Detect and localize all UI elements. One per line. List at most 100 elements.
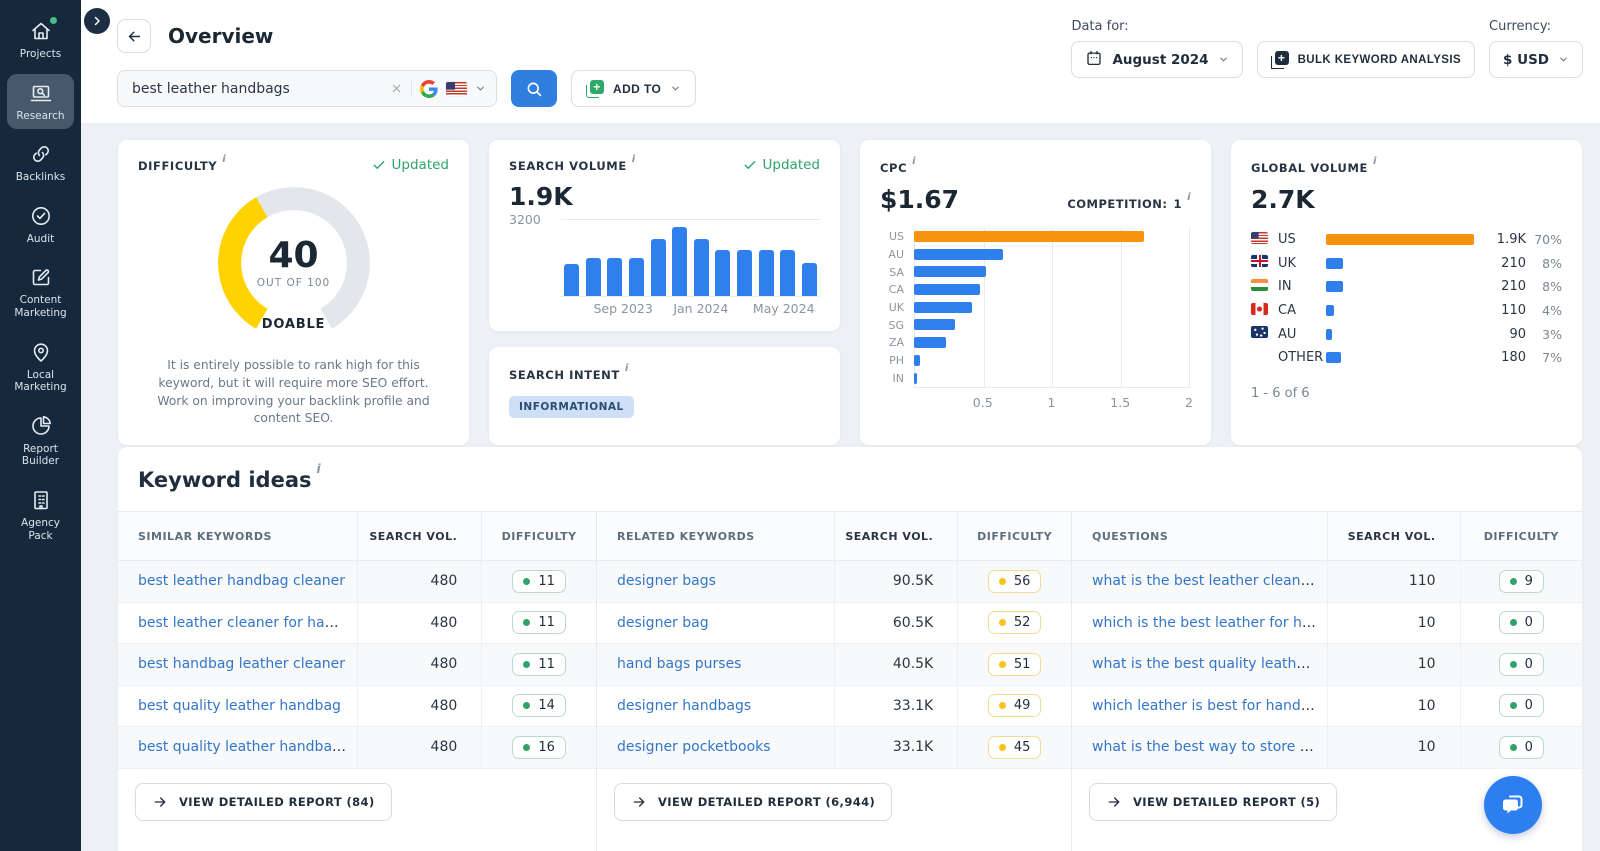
table-row: best quality leather handbag 480 14: [118, 686, 596, 728]
country-row: CA 110 4%: [1251, 299, 1562, 323]
info-icon[interactable]: i: [625, 363, 629, 374]
keyword-link[interactable]: best handbag leather cleaner: [138, 656, 345, 672]
sidebar-item-agency-pack[interactable]: Agency Pack: [7, 481, 74, 549]
column-header[interactable]: RELATED KEYWORDS: [597, 530, 834, 543]
search-volume-card: SEARCH VOLUMEi Updated 1.9K 3200 Sep 202…: [488, 139, 841, 332]
sidebar-expand-toggle[interactable]: [84, 8, 110, 34]
difficulty-score: 40: [268, 238, 318, 274]
keyword-link[interactable]: what is the best leather cleaner …: [1092, 573, 1327, 589]
keyword-link[interactable]: best leather handbag cleaner: [138, 573, 345, 589]
sidebar-item-projects[interactable]: Projects: [7, 12, 74, 68]
sidebar-item-content-marketing[interactable]: Content Marketing: [7, 258, 74, 326]
keyword-link[interactable]: best quality leather handbag: [138, 698, 341, 714]
info-icon[interactable]: i: [317, 462, 321, 476]
search-button[interactable]: [511, 70, 557, 107]
keyword-link[interactable]: best quality leather handbags: [138, 739, 348, 755]
back-button[interactable]: [117, 19, 151, 53]
info-icon[interactable]: i: [632, 154, 636, 165]
us-flag-icon: [446, 82, 467, 96]
search-volume-cell: 480: [357, 644, 481, 685]
table-row: designer bag 60.5K 52: [597, 603, 1071, 645]
sidebar-item-backlinks[interactable]: Backlinks: [7, 135, 74, 191]
table-row: best leather handbag cleaner 480 11: [118, 561, 596, 603]
difficulty-badge: 0: [1499, 611, 1544, 634]
info-icon[interactable]: i: [1373, 156, 1377, 167]
table-row: best quality leather handbags 480 16: [118, 727, 596, 769]
divider: [411, 81, 412, 97]
keyword-link[interactable]: designer bag: [617, 615, 709, 631]
keyword-link[interactable]: what is the best quality leather f…: [1092, 656, 1327, 672]
link-icon: [29, 142, 53, 166]
info-icon[interactable]: i: [222, 154, 226, 165]
column-header[interactable]: DIFFICULTY: [1460, 512, 1582, 560]
column-header[interactable]: SIMILAR KEYWORDS: [118, 530, 357, 543]
view-questions-report-button[interactable]: VIEW DETAILED REPORT (5): [1089, 783, 1337, 821]
keyword-link[interactable]: best leather cleaner for handbags: [138, 615, 357, 631]
keyword-link[interactable]: what is the best way to store lea…: [1092, 739, 1327, 755]
table-row: hand bags purses 40.5K 51: [597, 644, 1071, 686]
column-header[interactable]: DIFFICULTY: [957, 512, 1071, 560]
main-area: Overview: [81, 0, 1600, 851]
cpc-country-row: ZA: [880, 334, 1191, 352]
view-similar-report-button[interactable]: VIEW DETAILED REPORT (84): [135, 783, 392, 821]
keyword-link[interactable]: hand bags purses: [617, 656, 741, 672]
keyword-link[interactable]: which is the best leather for han…: [1092, 615, 1327, 631]
sidebar-item-report-builder[interactable]: Report Builder: [7, 407, 74, 475]
chat-bubble-icon: [1499, 791, 1527, 819]
volume-bar: [1326, 281, 1343, 292]
country-row: IN 210 8%: [1251, 275, 1562, 299]
column-header[interactable]: SEARCH VOL.: [357, 512, 481, 560]
country-row: UK 210 8%: [1251, 252, 1562, 276]
search-volume-cell: 10: [1327, 686, 1460, 727]
search-intent-card: SEARCH INTENTi INFORMATIONAL: [488, 346, 841, 446]
chat-widget-button[interactable]: [1484, 776, 1542, 834]
country-volume: 110: [1484, 303, 1526, 318]
cpc-bar: [914, 373, 917, 384]
sidebar-item-research[interactable]: Research: [7, 74, 74, 130]
keyword-search-input[interactable]: [132, 81, 382, 97]
keyword-link[interactable]: designer handbags: [617, 698, 751, 714]
search-volume-cell: 480: [357, 603, 481, 644]
cpc-country-row: IN: [880, 370, 1191, 388]
difficulty-badge: 9: [1499, 570, 1544, 593]
keyword-link[interactable]: designer bags: [617, 573, 716, 589]
keyword-ideas-title: Keyword ideasi: [118, 468, 1582, 492]
data-for-label: Data for:: [1071, 19, 1242, 34]
table-header-row: QUESTIONS SEARCH VOL. DIFFICULTY: [1072, 511, 1582, 561]
keyword-link[interactable]: which leather is best for handba…: [1092, 698, 1327, 714]
add-to-button[interactable]: + ADD TO: [571, 70, 696, 107]
info-icon[interactable]: i: [912, 156, 916, 167]
column-header[interactable]: SEARCH VOL.: [1327, 512, 1460, 560]
bulk-keyword-analysis-button[interactable]: + BULK KEYWORD ANALYSIS: [1257, 41, 1475, 78]
table-row: what is the best quality leather f… 10 0: [1072, 644, 1582, 686]
cpc-country-row: SA: [880, 263, 1191, 281]
pagination-label: 1 - 6 of 6: [1251, 386, 1562, 401]
info-icon[interactable]: i: [1187, 192, 1191, 203]
cpc-bar: [914, 231, 1144, 242]
view-related-report-button[interactable]: VIEW DETAILED REPORT (6,944): [614, 783, 892, 821]
period-dropdown[interactable]: August 2024: [1071, 41, 1242, 78]
difficulty-badge: 52: [988, 611, 1042, 634]
search-volume-cell: 90.5K: [834, 561, 957, 602]
country-volume: 1.9K: [1484, 232, 1526, 247]
column-header[interactable]: SEARCH VOL.: [834, 512, 957, 560]
volume-bar: [629, 258, 644, 296]
search-volume-cell: 40.5K: [834, 644, 957, 685]
search-volume-cell: 33.1K: [834, 686, 957, 727]
table-header-row: RELATED KEYWORDS SEARCH VOL. DIFFICULTY: [597, 511, 1071, 561]
clear-search-icon[interactable]: [390, 82, 403, 95]
chevron-down-icon[interactable]: [475, 83, 486, 94]
column-header[interactable]: QUESTIONS: [1072, 530, 1327, 543]
cpc-bar: [914, 319, 955, 330]
sidebar-item-audit[interactable]: Audit: [7, 197, 74, 253]
calendar-icon: [1085, 49, 1103, 71]
arrow-right-icon: [631, 794, 647, 810]
spacer-label: [1257, 19, 1475, 34]
difficulty-badge: 0: [1499, 736, 1544, 759]
sidebar-item-local-marketing[interactable]: Local Marketing: [7, 333, 74, 401]
keyword-link[interactable]: designer pocketbooks: [617, 739, 771, 755]
sidebar-item-label: Audit: [27, 233, 55, 246]
currency-dropdown[interactable]: $ USD: [1489, 41, 1583, 78]
column-header[interactable]: DIFFICULTY: [481, 512, 596, 560]
table-row: best leather cleaner for handbags 480 11: [118, 603, 596, 645]
